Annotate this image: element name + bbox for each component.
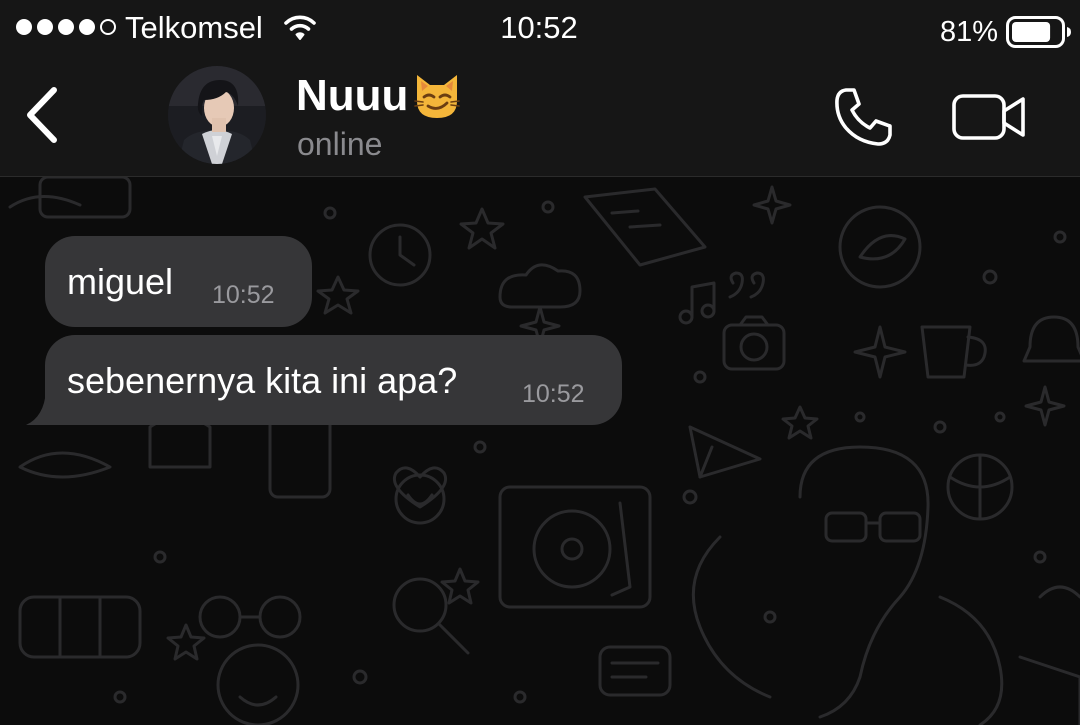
battery-icon xyxy=(1006,16,1071,48)
message-timestamp: 10:52 xyxy=(212,281,275,309)
status-time: 10:52 xyxy=(500,10,578,45)
message-bubble-incoming[interactable]: sebenernya kita ini apa? 10:52 xyxy=(45,335,622,425)
message-list[interactable]: miguel 10:52 sebenernya kita ini apa? 10… xyxy=(0,177,1080,725)
contact-name[interactable]: Nuuu xyxy=(296,70,462,122)
contact-status: online xyxy=(297,126,383,162)
chat-header: Nuuu online xyxy=(0,58,1080,177)
message-text: sebenernya kita ini apa? xyxy=(67,360,458,401)
message-text: miguel xyxy=(67,261,174,302)
avatar[interactable] xyxy=(168,66,266,164)
battery-percentage: 81% xyxy=(939,16,998,48)
contact-name-text: Nuuu xyxy=(296,71,409,120)
profile-photo xyxy=(168,66,266,164)
message-timestamp: 10:52 xyxy=(522,380,585,408)
phone-icon[interactable] xyxy=(832,86,896,148)
smirking-cat-emoji-icon xyxy=(414,75,461,118)
status-bar: Telkomsel 10:52 81% xyxy=(0,0,1080,58)
message-bubble-incoming[interactable]: miguel 10:52 xyxy=(45,236,312,327)
chat-screen: Telkomsel 10:52 81% Nuuu online miguel 1… xyxy=(0,0,1080,725)
video-camera-icon[interactable] xyxy=(951,92,1027,142)
chevron-left-icon[interactable] xyxy=(18,84,70,146)
